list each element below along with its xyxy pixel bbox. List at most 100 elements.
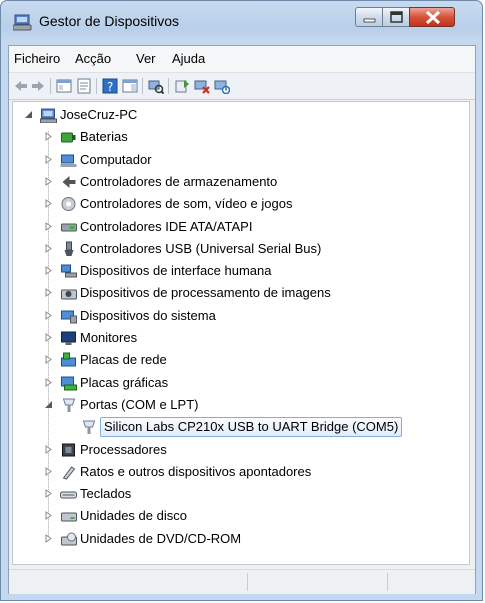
category-2-icon <box>60 154 77 167</box>
tree-category-13[interactable]: Portas (COM e LPT) <box>13 394 469 416</box>
tree-label: Silicon Labs CP210x USB to UART Bridge (… <box>100 417 403 437</box>
collapsed-triangle-icon[interactable] <box>44 155 53 164</box>
collapsed-triangle-icon[interactable] <box>44 266 53 275</box>
tree-category-1[interactable]: Baterias <box>13 126 469 148</box>
title-bar[interactable]: Gestor de Dispositivos <box>1 1 484 45</box>
collapsed-triangle-icon[interactable] <box>44 511 53 520</box>
device-manager-app-icon <box>13 14 32 31</box>
tree-category-9[interactable]: Dispositivos do sistema <box>13 305 469 327</box>
tree-device-silicon-labs[interactable]: Silicon Labs CP210x USB to UART Bridge (… <box>13 416 469 438</box>
device-tree[interactable]: JoseCruz-PC Baterias Computador Controlador… <box>12 101 470 565</box>
tree-category-7[interactable]: Dispositivos de interface humana <box>13 260 469 282</box>
back-arrow-icon[interactable] <box>13 78 29 94</box>
tree-label: Unidades de DVD/CD-ROM <box>80 531 242 546</box>
tree-category-11[interactable]: Placas de rede <box>13 349 469 371</box>
category-8-icon <box>61 289 77 300</box>
tree-label: Controladores de som, vídeo e jogos <box>80 196 293 211</box>
category-18-icon <box>61 532 77 546</box>
collapsed-triangle-icon[interactable] <box>44 132 53 141</box>
menu-ficheiro[interactable]: Ficheiro <box>14 51 60 66</box>
tree-category-12[interactable]: Placas gráficas <box>13 372 469 394</box>
tree-label: Processadores <box>80 442 167 457</box>
toolbar-separator <box>142 78 143 94</box>
collapsed-triangle-icon[interactable] <box>44 244 53 253</box>
collapsed-triangle-icon[interactable] <box>44 467 53 476</box>
tree-label: Dispositivos do sistema <box>80 308 216 323</box>
tree-category-14[interactable]: Processadores <box>13 439 469 461</box>
tree-category-5[interactable]: Controladores IDE ATA/ATAPI <box>13 216 469 238</box>
menu-accao[interactable]: Acção <box>75 51 111 66</box>
tree-label: Monitores <box>80 330 138 345</box>
category-9-icon <box>61 310 77 324</box>
device-silicon-labs-icon <box>82 420 96 434</box>
category-14-icon <box>62 443 75 457</box>
category-6-icon <box>64 241 74 256</box>
collapsed-triangle-icon[interactable] <box>44 222 53 231</box>
update-driver-icon[interactable] <box>174 78 190 94</box>
tree-label: Controladores de armazenamento <box>80 174 278 189</box>
expanded-triangle-icon[interactable] <box>44 400 53 409</box>
collapsed-triangle-icon[interactable] <box>44 311 53 320</box>
collapsed-triangle-icon[interactable] <box>44 378 53 387</box>
collapsed-triangle-icon[interactable] <box>44 288 53 297</box>
svg-text:?: ? <box>107 80 113 94</box>
menu-ajuda[interactable]: Ajuda <box>172 51 205 66</box>
show-hide-tree-icon[interactable] <box>56 78 72 94</box>
window-title: Gestor de Dispositivos <box>39 13 180 29</box>
help-icon[interactable]: ? <box>102 78 118 94</box>
category-3-icon <box>62 176 76 188</box>
category-11-icon <box>61 352 76 367</box>
tree-category-6[interactable]: Controladores USB (Universal Serial Bus) <box>13 238 469 260</box>
expanded-triangle-icon[interactable] <box>24 110 33 119</box>
collapsed-triangle-icon[interactable] <box>44 534 53 543</box>
toolbar-separator <box>96 78 97 94</box>
maximize-icon <box>390 11 403 23</box>
collapsed-triangle-icon[interactable] <box>44 445 53 454</box>
category-7-icon <box>61 264 77 278</box>
status-separator <box>247 573 248 591</box>
collapsed-triangle-icon[interactable] <box>44 177 53 186</box>
disable-icon[interactable] <box>214 78 230 94</box>
tree-category-8[interactable]: Dispositivos de processamento de imagens <box>13 282 469 304</box>
device-manager-window: Gestor de Dispositivos Ficheiro Acção Ve… <box>0 0 483 601</box>
collapsed-triangle-icon[interactable] <box>44 333 53 342</box>
tree-label: Controladores IDE ATA/ATAPI <box>80 219 253 234</box>
collapsed-triangle-icon[interactable] <box>44 355 53 364</box>
properties-icon[interactable] <box>76 78 92 94</box>
collapsed-triangle-icon[interactable] <box>44 489 53 498</box>
category-12-icon <box>61 376 77 391</box>
category-1-icon <box>61 132 76 143</box>
tree-category-17[interactable]: Unidades de disco <box>13 505 469 527</box>
toolbar-separator <box>168 78 169 94</box>
category-10-icon <box>61 331 76 345</box>
tree-category-18[interactable]: Unidades de DVD/CD-ROM <box>13 528 469 550</box>
uninstall-icon[interactable] <box>194 78 210 94</box>
tree-category-2[interactable]: Computador <box>13 149 469 171</box>
close-icon <box>425 10 441 25</box>
action-pane-icon[interactable] <box>122 78 138 94</box>
client-area: Ficheiro Acção Ver Ajuda ? JoseCruz-PC Ba… <box>8 45 476 594</box>
scan-hardware-icon[interactable] <box>148 78 164 94</box>
menu-ver[interactable]: Ver <box>136 51 156 66</box>
toolbar: ? <box>9 73 475 100</box>
tree-category-15[interactable]: Ratos e outros dispositivos apontadores <box>13 461 469 483</box>
tree-category-3[interactable]: Controladores de armazenamento <box>13 171 469 193</box>
close-button[interactable] <box>409 7 455 27</box>
category-4-icon <box>61 197 76 211</box>
tree-category-16[interactable]: Teclados <box>13 483 469 505</box>
tree-label: Computador <box>80 152 152 167</box>
tree-category-4[interactable]: Controladores de som, vídeo e jogos <box>13 193 469 215</box>
forward-arrow-icon[interactable] <box>30 78 46 94</box>
tree-root-computer[interactable]: JoseCruz-PC <box>13 104 469 126</box>
maximize-button[interactable] <box>382 7 410 27</box>
tree-category-10[interactable]: Monitores <box>13 327 469 349</box>
tree-label: Dispositivos de interface humana <box>80 263 272 278</box>
tree-label: Portas (COM e LPT) <box>80 397 199 412</box>
tree-label: Dispositivos de processamento de imagens <box>80 285 331 300</box>
minimize-icon <box>363 18 376 23</box>
minimize-button[interactable] <box>355 7 383 27</box>
category-5-icon <box>61 223 77 232</box>
tree-label: Placas gráficas <box>80 375 169 390</box>
toolbar-separator <box>50 78 51 94</box>
collapsed-triangle-icon[interactable] <box>44 199 53 208</box>
